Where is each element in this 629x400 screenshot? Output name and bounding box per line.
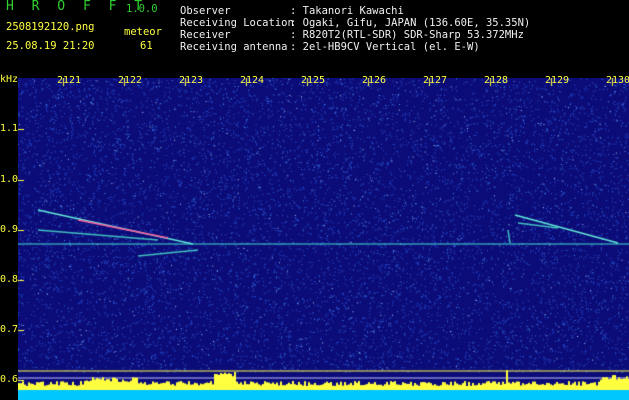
meteor-count: 61 [140,40,153,52]
meteor-label: meteor [124,26,162,38]
x-tick-label: 2123 [179,75,204,86]
observer-value: : Takanori Kawachi [290,5,404,17]
x-tick-label: 2126 [362,75,387,86]
x-tick-label: 2125 [301,75,326,86]
observer-label: Observer [180,5,231,17]
x-tick-label: 2121 [57,75,82,86]
x-tick-label: 2130 [606,75,629,86]
x-tick-label: 2122 [118,75,143,86]
receiver-value: : R820T2(RTL-SDR) SDR-Sharp 53.372MHz [290,29,524,41]
header-panel: H R O F F T 1.0.0 2508192120.png 25.08.1… [0,0,629,73]
y-tick-label: 0.7 [0,324,19,335]
antenna-label: Receiving antenna [180,41,288,53]
location-value: : Ogaki, Gifu, JAPAN (136.60E, 35.35N) [290,17,531,29]
app-version: 1.0.0 [126,3,158,15]
location-label: Receiving Location [180,17,294,29]
receiver-label: Receiver [180,29,231,41]
x-tick-label: 2129 [545,75,570,86]
y-axis-unit: kHz [0,74,19,85]
observation-datetime: 25.08.19 21:20 [6,40,95,52]
y-tick-label: 0.8 [0,274,19,285]
x-tick-label: 2124 [240,75,265,86]
y-tick-label: 0.9 [0,224,19,235]
x-tick-label: 2127 [423,75,448,86]
antenna-value: : 2el-HB9CV Vertical (el. E-W) [290,41,480,53]
y-tick-label: 1.1 [0,123,19,134]
spectrogram-canvas [18,78,629,400]
image-filename: 2508192120.png [6,21,95,33]
x-tick-label: 2128 [484,75,509,86]
y-tick-label: 1.0 [0,174,19,185]
y-tick-label: 0.6 [0,374,19,385]
